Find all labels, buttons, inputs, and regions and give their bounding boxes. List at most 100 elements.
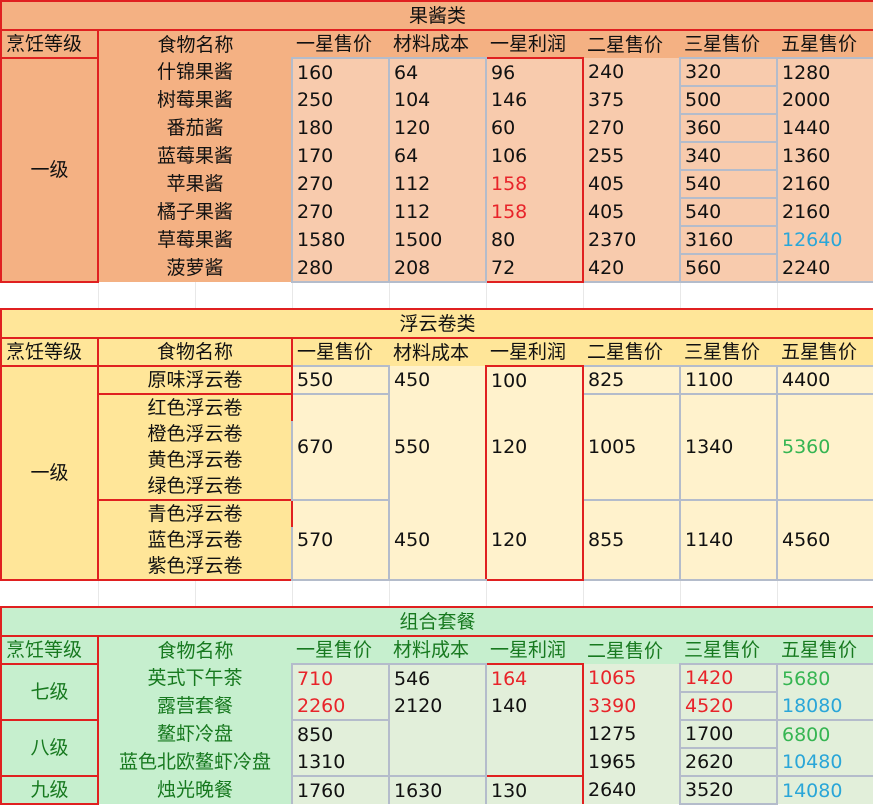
price2-cell[interactable]: 1965	[583, 748, 680, 776]
profit1-cell[interactable]: 146	[485, 86, 584, 114]
price2-cell[interactable]: 2640	[583, 776, 680, 804]
profit1-cell[interactable]	[485, 748, 584, 777]
profit1-cell[interactable]: 96	[485, 57, 584, 86]
profit1-cell[interactable]: 80	[485, 226, 584, 254]
header-profit1[interactable]: 一星利润	[486, 636, 583, 664]
section-title-roll[interactable]: 浮云卷类	[0, 308, 873, 339]
header-grade[interactable]: 烹饪等级	[0, 635, 99, 665]
food-name-cell[interactable]: 英式下午茶	[98, 664, 292, 692]
price1-cell[interactable]: 2260	[291, 692, 390, 721]
header-name[interactable]: 食物名称	[97, 337, 293, 367]
food-name-cell[interactable]: 红色浮云卷	[97, 393, 293, 421]
header-profit1[interactable]: 一星利润	[486, 338, 583, 366]
price3-cell[interactable]: 340	[679, 141, 778, 171]
section-title-jam[interactable]: 果酱类	[0, 0, 873, 31]
price1-cell[interactable]: 1310	[291, 748, 390, 777]
price2-cell[interactable]: 1275	[583, 720, 680, 748]
food-name-cell[interactable]: 露营套餐	[98, 692, 292, 720]
price1-cell[interactable]: 550	[291, 365, 390, 395]
cost-cell[interactable]: 546	[388, 663, 487, 692]
price5-cell[interactable]: 4400	[775, 365, 873, 395]
price5-cell[interactable]: 6800	[775, 719, 873, 748]
profit1-cell[interactable]: 100	[485, 365, 584, 394]
grade-cell[interactable]: 一级	[0, 57, 99, 283]
cost-cell[interactable]: 1630	[388, 775, 487, 804]
header-name[interactable]: 食物名称	[98, 30, 292, 58]
cost-cell[interactable]: 64	[388, 142, 487, 170]
price1-cell[interactable]: 1580	[291, 226, 390, 254]
cost-cell[interactable]: 120	[388, 114, 487, 142]
profit1-cell[interactable]: 120	[485, 500, 584, 581]
profit1-cell[interactable]: 120	[485, 394, 584, 500]
food-name-cell[interactable]: 烛光晚餐	[98, 776, 292, 804]
section-title-combo[interactable]: 组合套餐	[0, 606, 873, 637]
cost-cell[interactable]: 208	[388, 254, 487, 283]
price5-cell[interactable]: 2000	[775, 86, 873, 114]
price2-cell[interactable]: 1065	[583, 664, 680, 692]
price1-cell[interactable]: 270	[291, 170, 390, 198]
header-price1[interactable]: 一星售价	[292, 636, 389, 664]
food-name-cell[interactable]: 苹果酱	[98, 170, 292, 198]
price1-cell[interactable]: 1760	[291, 775, 390, 804]
price5-cell[interactable]: 5360	[775, 393, 873, 501]
price5-cell[interactable]: 1360	[775, 142, 873, 170]
food-name-cell[interactable]: 青色浮云卷	[97, 499, 293, 527]
food-name-cell[interactable]: 什锦果酱	[98, 58, 292, 86]
price3-cell[interactable]: 320	[679, 57, 778, 87]
price1-cell[interactable]: 170	[291, 142, 390, 170]
profit1-cell[interactable]: 60	[485, 114, 584, 142]
price2-cell[interactable]: 240	[583, 58, 680, 86]
price1-cell[interactable]: 250	[291, 86, 390, 114]
header-price1[interactable]: 一星售价	[292, 338, 389, 366]
price3-cell[interactable]: 1420	[679, 663, 778, 693]
food-name-cell[interactable]: 鳌虾冷盘	[98, 720, 292, 748]
header-cost[interactable]: 材料成本	[389, 636, 486, 664]
price1-cell[interactable]: 280	[291, 254, 390, 283]
grade-cell[interactable]: 九级	[0, 775, 99, 805]
header-price5[interactable]: 五星售价	[777, 636, 873, 664]
header-price2[interactable]: 二星售价	[583, 30, 680, 58]
price3-cell[interactable]: 4520	[679, 691, 778, 721]
price3-cell[interactable]: 1140	[679, 499, 778, 581]
cost-cell[interactable]: 450	[389, 500, 486, 581]
cost-cell[interactable]: 1500	[388, 226, 487, 254]
header-price2[interactable]: 二星售价	[583, 338, 680, 366]
food-name-cell[interactable]: 紫色浮云卷	[97, 553, 293, 581]
header-price2[interactable]: 二星售价	[583, 636, 680, 664]
header-name[interactable]: 食物名称	[98, 636, 292, 664]
profit1-cell[interactable]: 106	[485, 142, 584, 170]
price2-cell[interactable]: 255	[583, 142, 680, 170]
price2-cell[interactable]: 3390	[583, 692, 680, 720]
price1-cell[interactable]: 570	[291, 499, 390, 581]
food-name-cell[interactable]: 番茄酱	[98, 114, 292, 142]
cost-cell[interactable]: 550	[389, 394, 486, 500]
food-name-cell[interactable]: 橙色浮云卷	[97, 421, 293, 447]
price2-cell[interactable]: 855	[582, 499, 681, 581]
price2-cell[interactable]: 420	[583, 254, 680, 283]
price1-cell[interactable]: 160	[291, 57, 390, 86]
food-name-cell[interactable]: 菠萝酱	[98, 254, 292, 282]
price3-cell[interactable]: 560	[679, 253, 778, 283]
food-name-cell[interactable]: 蓝色浮云卷	[97, 527, 293, 553]
header-price1[interactable]: 一星售价	[292, 30, 389, 58]
price5-cell[interactable]: 2160	[775, 170, 873, 198]
profit1-cell[interactable]: 130	[485, 775, 584, 804]
header-profit1[interactable]: 一星利润	[486, 30, 583, 58]
price3-cell[interactable]: 360	[679, 113, 778, 143]
price2-cell[interactable]: 405	[583, 198, 680, 226]
price3-cell[interactable]: 540	[679, 169, 778, 199]
cost-cell[interactable]: 104	[388, 86, 487, 114]
price5-cell[interactable]: 1280	[775, 57, 873, 86]
header-cost[interactable]: 材料成本	[389, 338, 486, 366]
cost-cell[interactable]: 112	[388, 170, 487, 198]
price2-cell[interactable]: 405	[583, 170, 680, 198]
profit1-cell[interactable]: 72	[485, 254, 584, 283]
cost-cell[interactable]	[388, 748, 487, 777]
price1-cell[interactable]: 850	[291, 719, 390, 748]
cost-cell[interactable]	[388, 720, 487, 748]
price1-cell[interactable]: 710	[291, 663, 390, 692]
price3-cell[interactable]: 2620	[679, 747, 778, 777]
price2-cell[interactable]: 375	[583, 86, 680, 114]
price3-cell[interactable]: 1100	[679, 365, 778, 395]
price3-cell[interactable]: 1700	[679, 719, 778, 749]
